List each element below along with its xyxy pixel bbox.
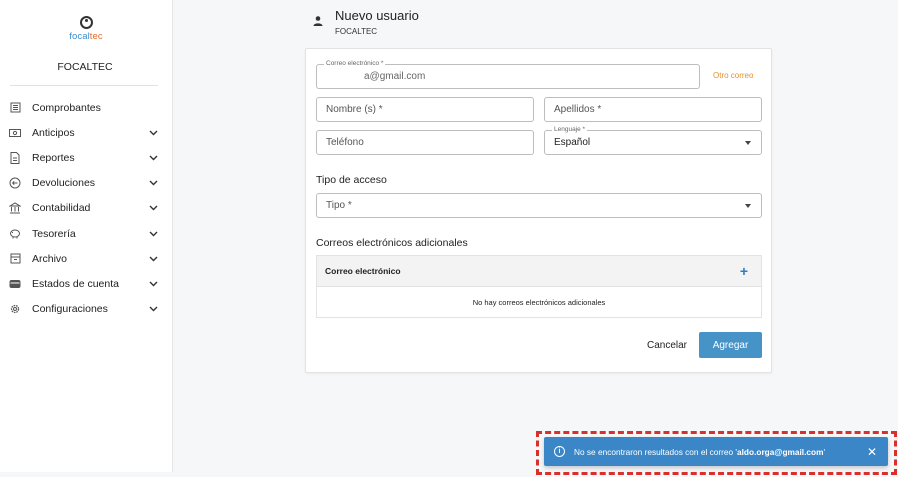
lenguaje-value: Español — [554, 137, 591, 148]
table-empty-message: No hay correos electrónicos adicionales — [472, 297, 606, 307]
sidebar-item-configuraciones[interactable]: Configuraciones — [0, 297, 173, 322]
sidebar-item-comprobantes[interactable]: Comprobantes — [0, 95, 173, 120]
sidebar-item-label: Estados de cuenta — [32, 277, 119, 290]
nombre-field[interactable]: Nombre (s) * — [316, 97, 534, 122]
sidebar-menu: Comprobantes Anticipos Reportes Devoluci… — [0, 95, 173, 322]
lenguaje-select[interactable]: Lenguaje * Español — [544, 126, 762, 155]
snackbar-text-prefix: No se encontraron resultados con el corr… — [574, 446, 738, 457]
chevron-down-icon — [149, 281, 159, 287]
otro-correo-link[interactable]: Otro correo — [713, 71, 753, 80]
piggy-bank-icon — [9, 228, 21, 240]
apellidos-field[interactable]: Apellidos * — [544, 97, 762, 122]
logo-text-accent: tec — [89, 31, 103, 42]
sidebar-item-contabilidad[interactable]: Contabilidad — [0, 196, 173, 221]
logo-mark-icon — [79, 16, 93, 29]
document-icon — [9, 151, 21, 164]
chevron-down-icon — [149, 180, 159, 186]
snackbar: i No se encontraron resultados con el co… — [544, 437, 888, 466]
focaltec-logo: focaltec — [64, 16, 108, 42]
sidebar-item-tesoreria[interactable]: Tesorería — [0, 221, 173, 246]
tipo-placeholder: Tipo * — [326, 200, 352, 211]
user-icon — [312, 15, 324, 27]
telefono-placeholder: Teléfono — [326, 137, 364, 148]
chevron-down-icon — [149, 231, 159, 237]
sidebar-item-label: Contabilidad — [32, 202, 91, 215]
sidebar-item-devoluciones[interactable]: Devoluciones — [0, 171, 173, 196]
gear-icon — [9, 303, 21, 315]
chevron-down-icon — [149, 256, 159, 262]
chevron-down-icon — [149, 306, 159, 312]
correos-adicionales-title: Correos electrónicos adicionales — [316, 237, 468, 249]
sidebar-item-label: Comprobantes — [32, 101, 101, 114]
sidebar-item-label: Configuraciones — [32, 303, 108, 316]
dropdown-arrow-icon — [745, 140, 751, 145]
sidebar-item-estados-de-cuenta[interactable]: Estados de cuenta — [0, 271, 173, 296]
sidebar-item-label: Devoluciones — [32, 177, 96, 190]
table-header-correo: Correo electrónico — [325, 266, 401, 276]
cash-icon — [9, 127, 21, 139]
snackbar-text-suffix: ' — [823, 446, 826, 457]
sidebar-item-anticipos[interactable]: Anticipos — [0, 120, 173, 145]
receipt-icon — [9, 102, 21, 114]
email-field-value: a@gmail.com — [364, 71, 426, 82]
telefono-field[interactable]: Teléfono — [316, 130, 534, 155]
page-title: Nuevo usuario — [335, 8, 419, 23]
new-user-form: Correo electrónico * a@gmail.com Otro co… — [305, 48, 772, 373]
sidebar-item-reportes[interactable]: Reportes — [0, 145, 173, 170]
info-icon: i — [554, 446, 565, 457]
sidebar-item-label: Anticipos — [32, 126, 75, 139]
chevron-down-icon — [149, 205, 159, 211]
sidebar-item-label: Reportes — [32, 151, 75, 164]
email-field[interactable]: Correo electrónico * a@gmail.com — [316, 60, 700, 89]
sidebar-item-label: Tesorería — [32, 227, 76, 240]
nombre-placeholder: Nombre (s) * — [326, 104, 383, 115]
sidebar-divider — [10, 85, 158, 86]
dropdown-arrow-icon — [745, 203, 751, 208]
company-name: FOCALTEC — [57, 61, 113, 73]
sidebar-item-archivo[interactable]: Archivo — [0, 246, 173, 271]
correos-table: Correo electrónico + No hay correos elec… — [316, 255, 762, 318]
logo-text: focal — [69, 31, 90, 42]
archive-icon — [9, 253, 21, 265]
return-icon — [9, 177, 21, 189]
page-subtitle: FOCALTEC — [335, 27, 378, 36]
add-email-plus-icon[interactable]: + — [740, 264, 748, 278]
chevron-down-icon — [149, 130, 159, 136]
snackbar-email: aldo.orga@gmail.com — [737, 446, 824, 457]
wallet-icon — [9, 278, 21, 290]
sidebar-item-label: Archivo — [32, 252, 68, 265]
tipo-acceso-title: Tipo de acceso — [316, 174, 387, 186]
tipo-select[interactable]: Tipo * — [316, 193, 762, 218]
bank-icon — [9, 202, 21, 214]
chevron-down-icon — [149, 155, 159, 161]
cancel-button[interactable]: Cancelar — [640, 333, 694, 357]
apellidos-placeholder: Apellidos * — [554, 104, 602, 115]
close-icon[interactable]: ✕ — [865, 445, 879, 459]
add-button[interactable]: Agregar — [699, 332, 762, 358]
table-header: Correo electrónico + — [317, 256, 761, 287]
snackbar-message: No se encontraron resultados con el corr… — [574, 447, 865, 457]
sidebar: focaltec FOCALTEC Comprobantes Anticipos… — [0, 0, 173, 472]
